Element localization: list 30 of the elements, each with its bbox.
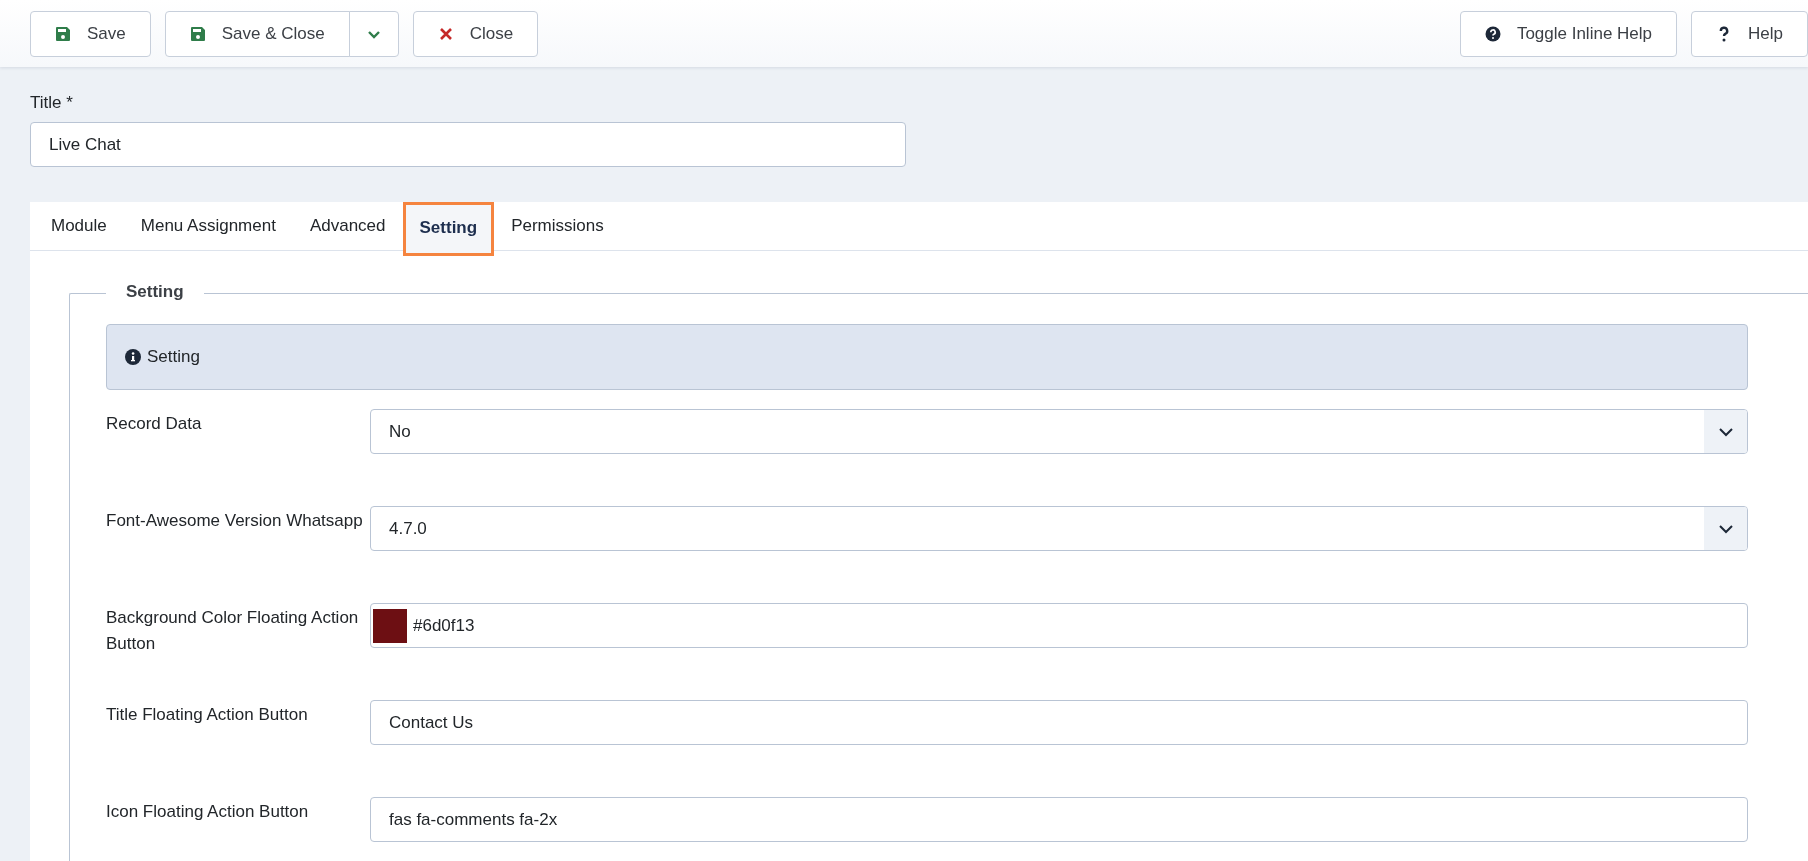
title-label: Title * [30, 93, 74, 113]
title-input[interactable]: Live Chat [30, 122, 906, 167]
chevron-down-icon [1704, 410, 1747, 453]
field-label: Record Data [106, 413, 203, 435]
info-icon [125, 349, 141, 365]
tab[interactable]: Permissions [494, 202, 621, 250]
close-icon [437, 25, 454, 42]
color-field[interactable]: #6d0f13 [370, 603, 1748, 648]
field-label: Icon Floating Action Button [106, 801, 310, 823]
text-input[interactable]: Contact Us [370, 700, 1748, 745]
select-field[interactable]: No [370, 409, 1748, 454]
color-swatch[interactable] [373, 608, 407, 643]
question-circle-icon [1484, 25, 1501, 42]
help-button[interactable]: Help [1691, 10, 1808, 57]
select-field[interactable]: 4.7.0 [370, 506, 1748, 551]
field-label: Font-Awesome Version Whatsapp [106, 510, 364, 532]
save-close-button[interactable]: Save & Close [164, 10, 350, 57]
close-button[interactable]: Close [412, 10, 539, 57]
field-label: Background Color Floating Action Button [106, 607, 360, 655]
text-input[interactable]: fas fa-comments fa-2x [370, 797, 1748, 842]
tab[interactable]: Advanced [292, 202, 403, 250]
info-text: Setting [147, 347, 200, 367]
fieldset-legend: Setting [106, 282, 204, 302]
tab[interactable]: Module [34, 202, 124, 250]
toggle-inline-help-button[interactable]: Toggle Inline Help [1459, 10, 1678, 57]
field-label: Title Floating Action Button [106, 704, 309, 726]
tab[interactable]: Menu Assignment [123, 202, 293, 250]
save-button[interactable]: Save [30, 10, 151, 57]
tab[interactable]: Setting [402, 202, 495, 256]
chevron-down-icon [1704, 507, 1747, 550]
